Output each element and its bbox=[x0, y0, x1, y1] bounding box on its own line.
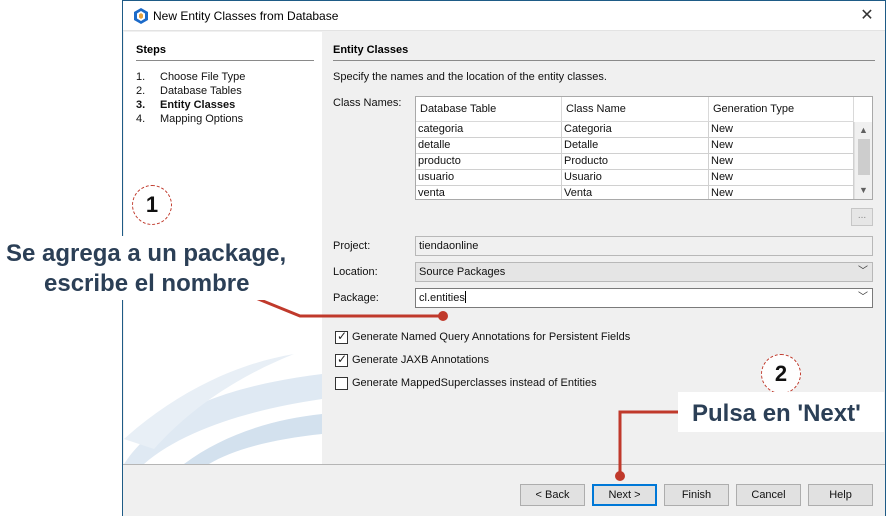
callout-next-text: Pulsa en 'Next' bbox=[692, 400, 861, 427]
screenshot-stage: New Entity Classes from Database ✕ Steps… bbox=[0, 0, 886, 516]
step-2-badge: 2 bbox=[761, 354, 801, 394]
callout-line-next bbox=[618, 410, 680, 476]
callout-dot-package bbox=[438, 311, 448, 321]
step-1-badge: 1 bbox=[132, 185, 172, 225]
callout-dot-next bbox=[615, 471, 625, 481]
callout-package-line2: escribe el nombre bbox=[44, 270, 250, 297]
callout-package-line1: Se agrega a un package, bbox=[6, 240, 287, 267]
